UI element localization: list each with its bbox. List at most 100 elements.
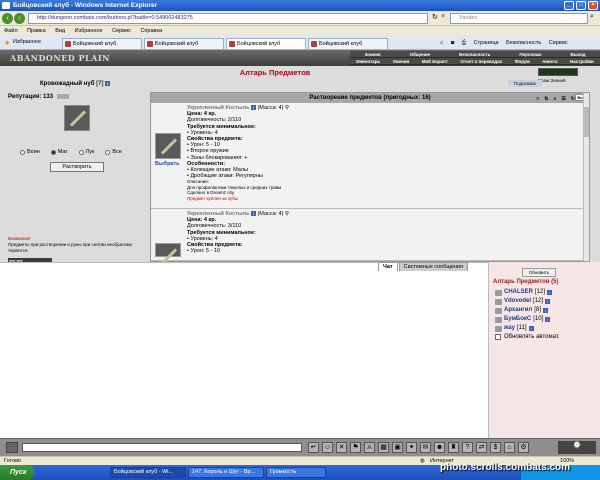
browser-tab[interactable]: Бойцовский клуб xyxy=(144,38,224,49)
menu-file[interactable]: Файл xyxy=(4,26,18,36)
browser-tab-active[interactable]: Бойцовский клуб xyxy=(226,38,306,49)
list-scrollbar[interactable] xyxy=(583,93,589,261)
item-name[interactable]: Укрепленный Костыль xyxy=(187,105,249,111)
nav-inventory[interactable]: Инвентарь xyxy=(356,58,380,64)
taskbar-item-ie[interactable]: Бойцовский клуб - Wi... xyxy=(110,467,186,478)
skills-icon[interactable]: ✦ xyxy=(406,442,417,453)
feeds-icon[interactable]: ◙ xyxy=(451,40,454,46)
print-icon[interactable]: ⎙ xyxy=(462,40,466,46)
quest-icon[interactable]: ? xyxy=(462,442,473,453)
shop-icon[interactable]: $ xyxy=(490,442,501,453)
radio-icon[interactable] xyxy=(78,149,84,155)
favorites-button[interactable]: Избранное xyxy=(13,39,41,45)
clan-icon[interactable]: ♜ xyxy=(448,442,459,453)
tab-system-messages[interactable]: Системные сообщения xyxy=(398,262,468,271)
nav-transfer-report[interactable]: Отчет о переводах xyxy=(460,58,502,64)
radio-icon[interactable] xyxy=(105,149,111,155)
nav-exit[interactable]: Выход xyxy=(570,51,585,57)
choose-link[interactable]: Выбрать xyxy=(155,161,180,167)
filter-mage[interactable]: Маг xyxy=(50,149,68,155)
info-icon[interactable]: i xyxy=(547,290,553,295)
menu-help[interactable]: Справка xyxy=(140,26,162,36)
smile-icon[interactable]: ☺ xyxy=(322,442,333,453)
item-name[interactable]: Укрепленный Костыль xyxy=(187,211,249,217)
private-message-icon[interactable] xyxy=(495,298,502,305)
close-button[interactable]: × xyxy=(588,1,598,10)
filter-warrior[interactable]: Воин xyxy=(20,149,40,155)
private-message-icon[interactable] xyxy=(495,325,502,332)
player-name[interactable]: CHALSER xyxy=(504,288,533,297)
info-icon[interactable]: i xyxy=(105,81,111,86)
player-name[interactable]: Архангил xyxy=(504,306,532,315)
scroll-thumb[interactable] xyxy=(584,107,589,137)
start-button[interactable]: Пуск xyxy=(0,465,34,480)
menu-tools[interactable]: Сервис xyxy=(112,26,131,36)
settings-icon[interactable]: ⚙ xyxy=(518,442,529,453)
url-input[interactable]: http://dungeon.combats.com/buttons.pl?ba… xyxy=(28,13,428,24)
chat-area[interactable] xyxy=(0,262,488,438)
nav-script[interactable]: Мой Екрипт xyxy=(422,58,448,64)
info-icon[interactable]: i xyxy=(542,308,548,313)
chat-mode-icon[interactable] xyxy=(6,442,18,453)
filter-icon[interactable]: ⚑ xyxy=(350,442,361,453)
private-message-icon[interactable] xyxy=(495,289,502,296)
clear-icon[interactable]: ✕ xyxy=(336,442,347,453)
forward-icon[interactable]: › xyxy=(14,13,25,24)
maximize-button[interactable]: □ xyxy=(576,1,586,10)
home-icon[interactable]: ⌂ xyxy=(504,442,515,453)
chat-input[interactable] xyxy=(22,443,302,452)
nav-skills[interactable]: Умения xyxy=(393,58,410,64)
browser-tab[interactable]: Бойцовский клуб. xyxy=(62,38,142,49)
menu-edit[interactable]: Правка xyxy=(27,26,46,36)
back-icon[interactable]: ‹ xyxy=(2,13,13,24)
stop-icon[interactable]: × xyxy=(441,13,445,20)
nav-security[interactable]: Безопасность xyxy=(459,51,490,57)
security-menu[interactable]: Безопасность xyxy=(506,40,541,46)
menu-favorites[interactable]: Избранное xyxy=(75,26,103,36)
tools-menu[interactable]: Сервис xyxy=(549,40,568,46)
tab-chat[interactable]: Чат xyxy=(378,262,398,271)
nav-forum[interactable]: Форум xyxy=(515,58,530,64)
search-input[interactable]: Yandex xyxy=(450,13,588,24)
minimize-button[interactable]: _ xyxy=(564,1,574,10)
trade-icon[interactable]: ⇄ xyxy=(476,442,487,453)
info-icon[interactable]: i xyxy=(250,211,256,217)
refresh-icon[interactable]: ↻ xyxy=(432,13,438,21)
nav-knowledge[interactable]: Знания xyxy=(364,51,380,57)
send-icon[interactable]: ↵ xyxy=(308,442,319,453)
mail-icon[interactable]: ✉ xyxy=(420,442,431,453)
nav-settings[interactable]: Настройки xyxy=(570,58,594,64)
info-icon[interactable]: i xyxy=(545,317,551,322)
favorites-star-icon[interactable]: ★ xyxy=(4,39,10,47)
browser-tab[interactable]: Бойцовский клуб xyxy=(308,38,388,49)
filter-all[interactable]: Все xyxy=(105,149,122,155)
inventory-icon[interactable]: ▣ xyxy=(392,442,403,453)
nav-chat[interactable]: Общение xyxy=(410,51,431,57)
taskbar-item-volume[interactable]: Громкость xyxy=(266,467,326,478)
info-icon[interactable]: i xyxy=(528,326,534,331)
taskbar-item-player[interactable]: 147. Король и Шут - Вр... xyxy=(188,467,264,478)
home-icon[interactable]: ⌂ xyxy=(440,40,443,46)
radio-checked-icon[interactable] xyxy=(50,149,56,155)
private-message-icon[interactable] xyxy=(495,307,502,314)
menu-view[interactable]: Вид xyxy=(55,26,65,36)
player-name[interactable]: БумБокС xyxy=(504,315,531,324)
hint-button[interactable]: Подсказка xyxy=(508,80,542,87)
refresh-button[interactable]: Обновить xyxy=(522,268,556,277)
fight-icon[interactable]: ⚔ xyxy=(364,442,375,453)
search-icon[interactable]: ⌕ xyxy=(590,13,594,21)
info-icon[interactable]: i xyxy=(250,105,256,111)
info-icon[interactable]: i xyxy=(545,299,551,304)
player-name[interactable]: жау xyxy=(504,324,515,333)
dissolve-button[interactable]: Растворить xyxy=(50,162,104,172)
private-message-icon[interactable] xyxy=(495,316,502,323)
nav-character[interactable]: Персонаж xyxy=(519,51,541,57)
filter-bow[interactable]: Лук xyxy=(78,149,94,155)
nav-profile[interactable]: Анкета xyxy=(542,58,557,64)
auto-refresh-checkbox[interactable] xyxy=(495,334,501,340)
friends-icon[interactable]: ☻ xyxy=(434,442,445,453)
radio-icon[interactable] xyxy=(20,149,25,155)
player-name[interactable]: Vdovodel xyxy=(504,297,531,306)
page-menu[interactable]: Страница xyxy=(474,40,499,46)
map-icon[interactable]: ▦ xyxy=(378,442,389,453)
